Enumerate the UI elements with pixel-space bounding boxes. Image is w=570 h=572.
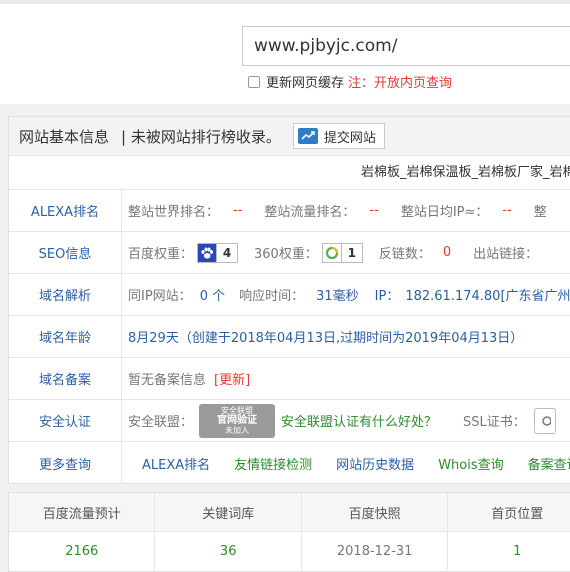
alexa-row-label: ALEXA排名	[9, 190, 122, 231]
domain-age-value: 8月29天（创建于2018年04月13日,过期时间为2019年04月13日）	[128, 331, 524, 346]
more-queries-label: 更多查询	[9, 442, 122, 484]
security-row: 安全认证 安全联盟： 安全联盟 官网验证 未加入 安全联盟认证有什么好处？ SS…	[9, 400, 570, 442]
ip-value: 182.61.174.80[广东省广州市	[405, 289, 570, 304]
domain-resolve-row: 域名解析 同IP网站： 0 个 响应时间： 31毫秒 IP： 182.61.17…	[9, 274, 570, 316]
baidu-weight-badge[interactable]: 4	[197, 242, 239, 263]
icp-value: 暂无备案信息	[128, 373, 207, 388]
submit-site-button[interactable]: 提交网站	[292, 123, 385, 149]
stats-header: 关键词库	[155, 493, 302, 531]
more-link-whois[interactable]: Whois查询	[438, 454, 503, 473]
site-info-panel: 网站基本信息 | 未被网站排行榜收录。 提交网站 岩棉板_岩棉保温板_岩棉板厂家…	[8, 116, 570, 484]
ssl-check-button[interactable]	[533, 407, 556, 434]
alexa-row: ALEXA排名 整站世界排名： -- 整站流量排名： -- 整站日均IP≈： -…	[9, 190, 570, 232]
more-link-alexa[interactable]: ALEXA排名	[142, 454, 210, 473]
url-input[interactable]: www.pjbyjc.com/	[242, 26, 570, 66]
baidu-paw-icon	[198, 243, 217, 262]
seo-row: SEO信息 百度权重： 4 360权重： 1 反链数： 0 出站链接：	[9, 232, 570, 274]
cache-label[interactable]: 更新网页缓存	[266, 72, 344, 91]
more-queries-row: 更多查询 ALEXA排名 友情链接检测 网站历史数据 Whois查询 备案查询	[9, 442, 570, 484]
domain-age-label: 域名年龄	[9, 316, 122, 357]
homepage-position-value: 1	[448, 532, 570, 570]
snapshot-date-value: 2018-12-31	[302, 532, 449, 570]
cache-option: 更新网页缓存 注：开放内页查询	[248, 72, 452, 91]
stats-header: 百度快照	[302, 493, 449, 531]
domain-resolve-label: 域名解析	[9, 274, 122, 315]
more-link-history[interactable]: 网站历史数据	[336, 454, 414, 473]
info-title: 网站基本信息	[19, 127, 110, 146]
alliance-benefits-link[interactable]: 安全联盟认证有什么好处？	[281, 411, 437, 430]
backlinks-value[interactable]: 0	[443, 245, 451, 260]
rank-status: | 未被网站排行榜收录。	[121, 127, 281, 146]
trend-chart-icon	[297, 128, 318, 144]
same-ip-value[interactable]: 0 个	[200, 285, 225, 304]
cache-checkbox[interactable]	[248, 75, 260, 88]
stats-table: 百度流量预计 关键词库 百度快照 首页位置 2166 36 2018-12-31…	[8, 492, 570, 572]
seo-row-label: SEO信息	[9, 232, 122, 273]
world-rank-value: --	[233, 203, 243, 218]
360-ring-icon	[323, 244, 341, 262]
keyword-count-value[interactable]: 36	[155, 532, 302, 570]
security-label: 安全认证	[9, 400, 122, 441]
domain-age-row: 域名年龄 8月29天（创建于2018年04月13日,过期时间为2019年04月1…	[9, 316, 570, 358]
submit-site-label: 提交网站	[323, 130, 376, 146]
inner-page-note: 注：开放内页查询	[348, 76, 453, 91]
more-link-friendlinks[interactable]: 友情链接检测	[234, 454, 312, 473]
search-panel: www.pjbyjc.com/ 更新网页缓存 注：开放内页查询	[0, 4, 570, 104]
traffic-rank-value: --	[369, 203, 379, 218]
360-weight-badge[interactable]: 1	[321, 242, 363, 263]
icp-row: 域名备案 暂无备案信息 [更新]	[9, 358, 570, 400]
info-header: 网站基本信息 | 未被网站排行榜收录。 提交网站	[9, 117, 570, 156]
icp-label: 域名备案	[9, 358, 122, 399]
response-time-value: 31毫秒	[316, 289, 359, 304]
stats-header: 首页位置	[448, 493, 570, 531]
more-link-icp[interactable]: 备案查询	[528, 454, 570, 473]
stats-header-row: 百度流量预计 关键词库 百度快照 首页位置	[9, 493, 570, 532]
daily-ip-value: --	[502, 203, 512, 218]
site-keywords: 岩棉板_岩棉保温板_岩棉板厂家_岩棉	[9, 156, 570, 190]
verification-seal-icon[interactable]: 安全联盟 官网验证 未加入	[199, 403, 276, 438]
stats-value-row: 2166 36 2018-12-31 1	[9, 532, 570, 570]
stats-header: 百度流量预计	[9, 493, 156, 531]
icp-update-link[interactable]: [更新]	[214, 369, 250, 388]
baidu-traffic-value[interactable]: 2166	[9, 532, 156, 570]
